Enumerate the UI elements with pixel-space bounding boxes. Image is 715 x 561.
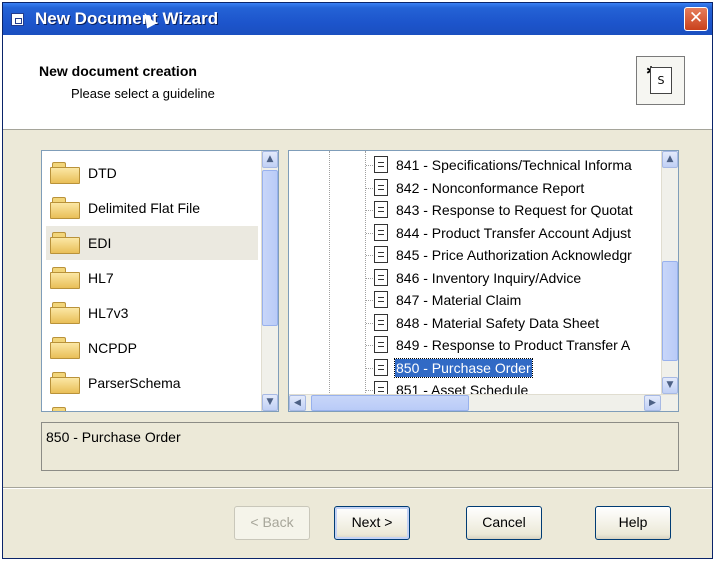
- folder-icon: [50, 267, 80, 289]
- category-label: Positional Flat File: [88, 410, 202, 411]
- selected-guideline-text: 850 - Purchase Order: [46, 429, 181, 445]
- tree-connector-line: [366, 255, 373, 256]
- guideline-item[interactable]: 846 - Inventory Inquiry/Advice: [289, 267, 663, 289]
- scrollbar-thumb[interactable]: [311, 395, 469, 411]
- selected-guideline-display: 850 - Purchase Order: [41, 422, 679, 471]
- folder-icon: [50, 197, 80, 219]
- category-item[interactable]: HL7v3: [46, 296, 258, 330]
- guideline-label: 848 - Material Safety Data Sheet: [396, 314, 600, 331]
- help-button[interactable]: Help: [595, 506, 671, 540]
- guideline-label: 845 - Price Authorization Acknowledgr: [396, 247, 632, 263]
- app-icon: [11, 13, 24, 26]
- tree-connector-line: [366, 367, 373, 369]
- button-separator: [3, 487, 712, 489]
- category-item[interactable]: EDI: [46, 226, 258, 260]
- guideline-label: 847 - Material Claim: [396, 292, 522, 308]
- header-subtitle: Please select a guideline: [71, 86, 215, 101]
- guideline-item[interactable]: 845 - Price Authorization Acknowledgr: [289, 244, 663, 266]
- document-icon: [374, 223, 388, 241]
- guideline-item[interactable]: 842 - Nonconformance Report: [289, 177, 663, 199]
- document-icon: [374, 358, 388, 376]
- document-settings-icon: ✱ S: [636, 56, 685, 105]
- guideline-item[interactable]: 850 - Purchase Order: [289, 357, 663, 379]
- window-title: New Document Wizard: [35, 9, 219, 28]
- tree-connector-line: [366, 277, 373, 279]
- folder-icon: [50, 232, 80, 254]
- category-list-scrollbar[interactable]: ▲ ▼: [261, 151, 278, 411]
- category-label: NCPDP: [88, 340, 138, 356]
- document-icon: [374, 336, 388, 353]
- guideline-label: 841 - Specifications/Technical Informa: [396, 157, 632, 173]
- category-item[interactable]: HL7: [46, 261, 258, 295]
- guideline-label: 849 - Response to Product Transfer A: [396, 337, 631, 353]
- wizard-header: New document creation Please select a gu…: [3, 35, 712, 130]
- guideline-category-list[interactable]: DTD Delimited Flat File EDI HL7 HL7v3 NCPDP Pa…: [41, 150, 279, 412]
- back-button[interactable]: < Back: [234, 506, 310, 540]
- guideline-label: 850 - Purchase Order: [394, 357, 533, 378]
- folder-icon: [50, 337, 80, 359]
- guideline-item[interactable]: 844 - Product Transfer Account Adjust: [289, 222, 663, 244]
- tree-connector-line: [366, 345, 373, 346]
- scroll-left-arrow-icon[interactable]: ◀: [289, 395, 306, 411]
- tree-horizontal-scrollbar[interactable]: ◀ ▶: [289, 394, 678, 411]
- document-icon: [374, 201, 388, 218]
- scroll-up-arrow-icon[interactable]: ▲: [662, 151, 678, 168]
- guideline-label: 843 - Response to Request for Quotat: [396, 202, 633, 218]
- category-label: Delimited Flat File: [88, 200, 201, 216]
- category-label: DTD: [88, 165, 117, 181]
- guideline-item[interactable]: 848 - Material Safety Data Sheet: [289, 312, 663, 334]
- scroll-up-arrow-icon[interactable]: ▲: [262, 151, 278, 168]
- category-label: ParserSchema: [88, 375, 181, 391]
- title-bar[interactable]: New Document Wizard ✕: [3, 3, 712, 35]
- next-button[interactable]: Next >: [334, 506, 410, 540]
- category-item[interactable]: Positional Flat File: [46, 401, 258, 411]
- document-icon: [374, 246, 388, 263]
- tree-connector-line: [366, 390, 373, 391]
- guideline-label: 844 - Product Transfer Account Adjust: [396, 224, 632, 241]
- scrollbar-thumb[interactable]: [662, 261, 678, 361]
- folder-icon: [50, 302, 80, 324]
- document-icon: [374, 313, 388, 331]
- header-title: New document creation: [39, 63, 197, 79]
- folder-icon: [50, 407, 80, 411]
- category-item[interactable]: Delimited Flat File: [46, 191, 258, 225]
- scroll-down-arrow-icon[interactable]: ▼: [262, 394, 278, 411]
- new-document-wizard-window: New Document Wizard ✕ New document creat…: [2, 2, 713, 559]
- folder-icon: [50, 372, 80, 394]
- guideline-item[interactable]: 843 - Response to Request for Quotat: [289, 199, 663, 221]
- close-button[interactable]: ✕: [684, 7, 708, 31]
- document-icon: [374, 268, 388, 286]
- tree-connector-line: [366, 187, 373, 189]
- tree-connector-line: [366, 322, 373, 324]
- category-item[interactable]: ParserSchema: [46, 366, 258, 400]
- cancel-button[interactable]: Cancel: [466, 506, 542, 540]
- category-item[interactable]: DTD: [46, 156, 258, 190]
- category-item[interactable]: NCPDP: [46, 331, 258, 365]
- scrollbar-thumb[interactable]: [262, 170, 278, 326]
- category-label: HL7: [88, 270, 114, 286]
- tree-connector-line: [366, 165, 373, 166]
- document-icon: [374, 291, 388, 308]
- tree-vertical-scrollbar[interactable]: ▲ ▼: [661, 151, 678, 394]
- category-label: EDI: [88, 235, 112, 251]
- scroll-right-arrow-icon[interactable]: ▶: [644, 395, 661, 411]
- document-icon: S: [650, 67, 672, 94]
- scroll-down-arrow-icon[interactable]: ▼: [662, 377, 678, 394]
- folder-icon: [50, 162, 80, 184]
- tree-connector-line: [366, 232, 373, 234]
- guideline-item[interactable]: 849 - Response to Product Transfer A: [289, 334, 663, 356]
- guideline-item[interactable]: 847 - Material Claim: [289, 289, 663, 311]
- tree-connector-line: [366, 300, 373, 301]
- category-label: HL7v3: [88, 305, 129, 321]
- document-icon: [374, 156, 388, 173]
- guideline-label: 842 - Nonconformance Report: [396, 179, 585, 196]
- guideline-item[interactable]: 841 - Specifications/Technical Informa: [289, 154, 663, 176]
- guideline-label: 846 - Inventory Inquiry/Advice: [396, 269, 582, 286]
- guideline-tree[interactable]: 841 - Specifications/Technical Informa 84…: [288, 150, 679, 412]
- document-icon: [374, 178, 388, 196]
- tree-connector-line: [366, 210, 373, 211]
